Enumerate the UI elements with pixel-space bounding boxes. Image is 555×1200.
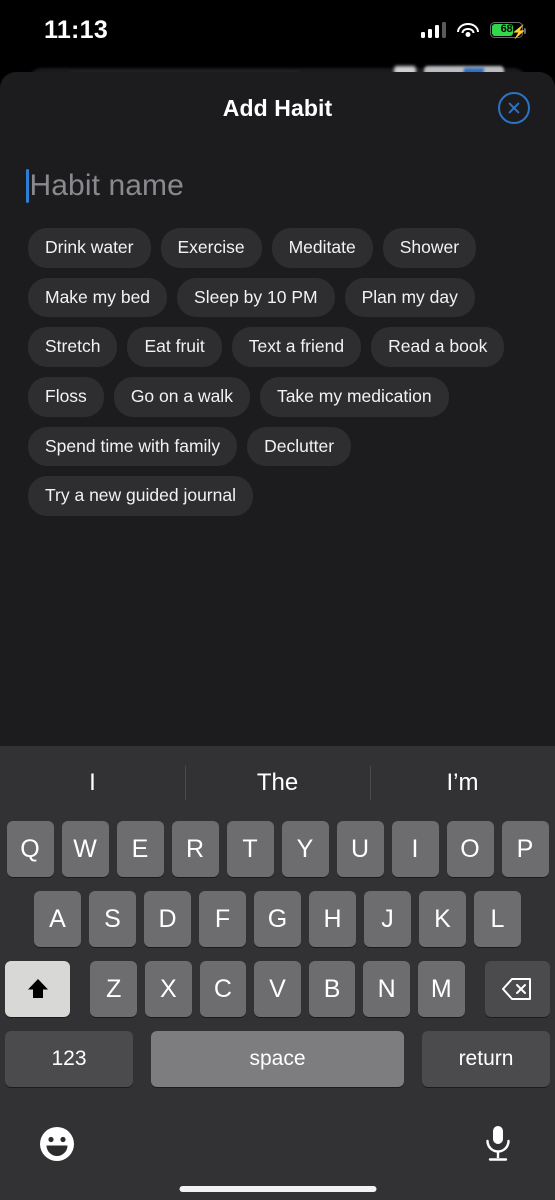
status-bar: 11:13 68 ⚡	[0, 0, 555, 60]
key-p[interactable]: P	[501, 821, 549, 877]
prediction-candidate[interactable]: I	[0, 769, 185, 797]
suggestion-chip[interactable]: Text a friend	[231, 327, 362, 367]
microphone-icon[interactable]	[477, 1123, 519, 1165]
key-l[interactable]: L	[474, 891, 521, 947]
habit-name-field[interactable]: Habit name	[0, 158, 555, 214]
suggestion-chip[interactable]: Go on a walk	[113, 376, 250, 417]
emoji-smiley-icon[interactable]	[36, 1123, 78, 1165]
numbers-key[interactable]: 123	[5, 1031, 133, 1087]
keyboard-row-3: Z X C V B N M	[0, 960, 555, 1018]
battery-icon: 68 ⚡	[490, 22, 527, 39]
suggestion-chip[interactable]: Declutter	[247, 426, 352, 467]
keyboard-row-2: A S D F G H J K L	[0, 890, 555, 948]
key-b[interactable]: B	[308, 961, 356, 1017]
status-time: 11:13	[44, 15, 109, 44]
backspace-delete-icon[interactable]	[484, 961, 550, 1017]
suggestion-chip[interactable]: Plan my day	[344, 277, 475, 318]
key-z[interactable]: Z	[90, 961, 138, 1017]
cellular-signal-icon	[420, 22, 446, 38]
on-screen-keyboard: I The I’m Q W E R T Y U I O P A S D F G …	[0, 746, 555, 1200]
suggestion-chip[interactable]: Make my bed	[28, 277, 168, 318]
keyboard-row-1: Q W E R T Y U I O P	[0, 820, 555, 878]
suggestion-chip[interactable]: Try a new guided journal	[28, 476, 253, 516]
prediction-candidate[interactable]: The	[185, 769, 370, 797]
habit-name-placeholder: Habit name	[29, 169, 184, 202]
key-d[interactable]: D	[144, 891, 191, 947]
keyboard-row-4: 123 space return	[0, 1030, 555, 1088]
key-r[interactable]: R	[171, 821, 219, 877]
key-v[interactable]: V	[254, 961, 301, 1017]
suggestion-chip[interactable]: Eat fruit	[127, 327, 222, 367]
prediction-candidate[interactable]: I’m	[370, 769, 555, 797]
suggestion-chip[interactable]: Read a book	[371, 327, 505, 367]
text-caret	[26, 169, 29, 203]
key-g[interactable]: G	[254, 891, 301, 947]
suggestion-chip[interactable]: Shower	[382, 228, 477, 268]
key-m[interactable]: M	[417, 961, 465, 1017]
suggestion-chip[interactable]: Sleep by 10 PM	[177, 277, 335, 318]
suggestion-chip-list: Drink water Exercise Meditate Shower Mak…	[0, 214, 555, 516]
keyboard-bottom-bar	[0, 1106, 555, 1200]
suggestion-chip[interactable]: Spend time with family	[28, 426, 238, 467]
key-n[interactable]: N	[363, 961, 410, 1017]
key-c[interactable]: C	[199, 961, 247, 1017]
key-k[interactable]: K	[419, 891, 466, 947]
suggestion-chip[interactable]: Stretch	[28, 327, 118, 367]
suggestion-chip[interactable]: Floss	[28, 376, 104, 417]
suggestion-chip[interactable]: Take my medication	[259, 376, 449, 417]
key-f[interactable]: F	[199, 891, 246, 947]
key-h[interactable]: H	[309, 891, 356, 947]
home-indicator	[179, 1186, 376, 1192]
space-key[interactable]: space	[151, 1031, 404, 1087]
key-i[interactable]: I	[391, 821, 439, 877]
add-habit-sheet: Add Habit Habit name Drink water Exercis…	[0, 72, 555, 746]
key-a[interactable]: A	[34, 891, 81, 947]
key-x[interactable]: X	[145, 961, 192, 1017]
suggestion-chip[interactable]: Exercise	[160, 228, 262, 268]
page-title: Add Habit	[222, 94, 333, 121]
key-u[interactable]: U	[336, 821, 384, 877]
key-j[interactable]: J	[364, 891, 411, 947]
status-indicators: 68 ⚡	[420, 22, 527, 39]
suggestion-chip[interactable]: Meditate	[271, 228, 373, 268]
return-key[interactable]: return	[422, 1031, 550, 1087]
close-icon[interactable]	[498, 92, 530, 124]
key-s[interactable]: S	[89, 891, 136, 947]
shift-arrow-icon[interactable]	[5, 961, 71, 1017]
key-t[interactable]: T	[226, 821, 274, 877]
key-w[interactable]: W	[61, 821, 109, 877]
key-y[interactable]: Y	[281, 821, 329, 877]
wifi-icon	[457, 22, 479, 38]
key-q[interactable]: Q	[6, 821, 54, 877]
key-e[interactable]: E	[116, 821, 164, 877]
key-o[interactable]: O	[446, 821, 494, 877]
predictive-text-bar: I The I’m	[0, 746, 555, 820]
suggestion-chip[interactable]: Drink water	[28, 228, 151, 268]
sheet-header: Add Habit	[0, 72, 555, 144]
phone-screen: 11:13 68 ⚡ Add Habit Habit name Drink wa…	[0, 0, 555, 1200]
